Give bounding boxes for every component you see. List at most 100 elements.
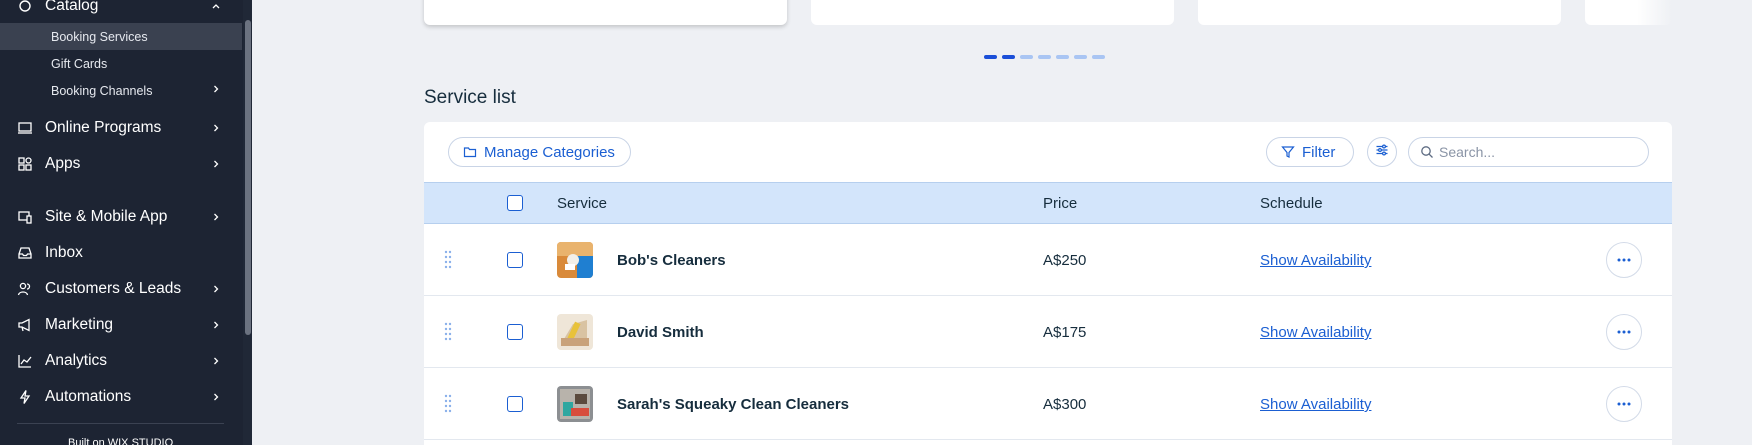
sidebar: Catalog Booking Services Gift Cards Book… (0, 0, 252, 445)
chevron-right-icon (210, 211, 222, 223)
service-name[interactable]: Bob's Cleaners (617, 252, 726, 269)
service-price: A$175 (1043, 324, 1087, 341)
show-availability-link[interactable]: Show Availability (1260, 252, 1371, 269)
chevron-right-icon (210, 319, 222, 331)
select-all-checkbox[interactable] (507, 195, 523, 211)
chevron-right-icon (210, 122, 222, 134)
sidebar-scrollbar-thumb[interactable] (245, 20, 251, 335)
chevron-up-icon (210, 0, 222, 12)
show-availability-link[interactable]: Show Availability (1260, 396, 1371, 413)
service-thumbnail (557, 242, 593, 278)
analytics-icon (17, 353, 33, 369)
section-title: Service list (424, 87, 516, 108)
sidebar-subitem-label: Booking Services (51, 29, 148, 44)
sidebar-item-label: Online Programs (45, 119, 162, 136)
chevron-right-icon (210, 158, 222, 170)
folder-icon (463, 145, 477, 163)
filter-label: Filter (1302, 143, 1336, 161)
carousel-dot[interactable] (1074, 55, 1087, 59)
carousel-card[interactable] (811, 0, 1174, 25)
row-checkbox[interactable] (507, 252, 523, 268)
sidebar-divider (17, 423, 224, 424)
chevron-right-icon (210, 355, 222, 367)
catalog-icon (17, 0, 33, 14)
carousel-dot[interactable] (1002, 55, 1015, 59)
ellipsis-icon (1617, 330, 1631, 334)
customize-columns-button[interactable] (1367, 137, 1397, 167)
more-actions-button[interactable] (1606, 314, 1642, 350)
sidebar-item-catalog[interactable]: Catalog (0, 0, 242, 23)
sidebar-item-site-mobile-app[interactable]: Site & Mobile App (0, 200, 242, 234)
filter-button[interactable]: Filter (1266, 137, 1354, 167)
sidebar-item-online-programs[interactable]: Online Programs (0, 111, 242, 145)
sidebar-item-label: Customers & Leads (45, 280, 182, 297)
chevron-right-icon (210, 391, 222, 403)
drag-handle-icon[interactable] (444, 322, 452, 344)
ellipsis-icon (1617, 402, 1631, 406)
table-row[interactable]: Sarah's Squeaky Clean Cleaners A$300 Sho… (424, 368, 1672, 440)
drag-handle-icon[interactable] (444, 250, 452, 272)
sidebar-item-automations[interactable]: Automations (0, 380, 242, 414)
search-icon (1420, 145, 1434, 164)
manage-categories-button[interactable]: Manage Categories (448, 137, 631, 167)
sidebar-item-label: Inbox (45, 244, 83, 261)
column-header-schedule[interactable]: Schedule (1260, 195, 1323, 212)
sidebar-subitem-gift-cards[interactable]: Gift Cards (0, 50, 242, 77)
sidebar-item-label: Site & Mobile App (45, 208, 168, 225)
sidebar-item-label: Analytics (45, 352, 108, 369)
sidebar-item-analytics[interactable]: Analytics (0, 344, 242, 378)
search-box[interactable] (1408, 137, 1649, 167)
row-checkbox[interactable] (507, 396, 523, 412)
users-icon (17, 281, 33, 297)
sidebar-subitem-label: Gift Cards (51, 56, 108, 71)
carousel-dot[interactable] (1092, 55, 1105, 59)
show-availability-link[interactable]: Show Availability (1260, 324, 1371, 341)
sidebar-item-inbox[interactable]: Inbox (0, 236, 242, 270)
lightning-icon (17, 389, 33, 405)
sidebar-item-marketing[interactable]: Marketing (0, 308, 242, 342)
sidebar-item-label: Automations (45, 388, 132, 405)
carousel-dot[interactable] (984, 55, 997, 59)
more-actions-button[interactable] (1606, 386, 1642, 422)
carousel-card[interactable] (1585, 0, 1672, 25)
sidebar-item-customers-leads[interactable]: Customers & Leads (0, 272, 242, 306)
table-row[interactable]: Bob's Cleaners A$250 Show Availability (424, 224, 1672, 296)
manage-categories-label: Manage Categories (484, 143, 615, 161)
search-input[interactable] (1439, 144, 1639, 160)
chevron-right-icon (210, 82, 222, 100)
service-price: A$300 (1043, 396, 1087, 413)
service-name[interactable]: David Smith (617, 324, 704, 341)
service-name[interactable]: Sarah's Squeaky Clean Cleaners (617, 396, 849, 413)
service-thumbnail (557, 314, 593, 350)
carousel-dot[interactable] (1038, 55, 1051, 59)
carousel-card[interactable] (424, 0, 787, 25)
sidebar-item-apps[interactable]: Apps (0, 147, 242, 181)
table-header: Service Price Schedule (424, 182, 1672, 224)
more-actions-button[interactable] (1606, 242, 1642, 278)
service-price: A$250 (1043, 252, 1087, 269)
table-row[interactable]: David Smith A$175 Show Availability (424, 296, 1672, 368)
sidebar-item-label: Catalog (45, 0, 99, 14)
chevron-right-icon (210, 283, 222, 295)
row-checkbox[interactable] (507, 324, 523, 340)
carousel-dot[interactable] (1020, 55, 1033, 59)
inbox-icon (17, 245, 33, 261)
megaphone-icon (17, 317, 33, 333)
ellipsis-icon (1617, 258, 1631, 262)
devices-icon (17, 209, 33, 225)
sidebar-item-label: Apps (45, 155, 81, 172)
carousel-card[interactable] (1198, 0, 1561, 25)
filter-icon (1281, 145, 1295, 163)
monitor-icon (17, 120, 33, 136)
sidebar-subitem-booking-channels[interactable]: Booking Channels (0, 77, 242, 104)
sidebar-item-label: Marketing (45, 316, 114, 333)
drag-handle-icon[interactable] (444, 394, 452, 416)
built-on-wix-label: Built on WIX STUDIO (68, 437, 174, 445)
carousel-dot[interactable] (1056, 55, 1069, 59)
carousel-pagination (984, 55, 1105, 59)
column-header-service[interactable]: Service (557, 195, 607, 212)
sliders-icon (1375, 143, 1389, 162)
apps-icon (17, 156, 33, 172)
sidebar-subitem-booking-services[interactable]: Booking Services (0, 23, 242, 50)
column-header-price[interactable]: Price (1043, 195, 1077, 212)
